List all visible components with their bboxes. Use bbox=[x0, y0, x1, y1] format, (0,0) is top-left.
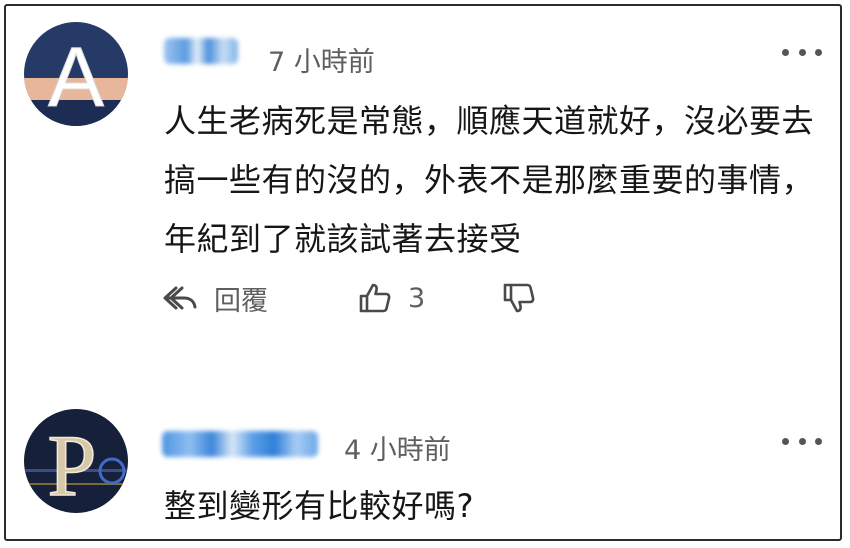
avatar-p-image: P bbox=[24, 409, 128, 513]
comment-text: 人生老病死是常態，順應天道就好，沒必要去搞一些有的沒的，外表不是那麼重要的事情，… bbox=[164, 102, 815, 258]
more-horizontal-icon bbox=[798, 437, 806, 445]
more-horizontal-icon bbox=[782, 48, 789, 56]
more-horizontal-icon bbox=[782, 437, 789, 445]
username-redacted[interactable] bbox=[164, 38, 238, 64]
more-horizontal-icon bbox=[815, 437, 822, 445]
avatar-letter: P bbox=[48, 418, 97, 513]
avatar[interactable]: A bbox=[24, 22, 128, 126]
more-options-button[interactable] bbox=[782, 42, 822, 62]
comment-text: 整到變形有比較好嗎? bbox=[164, 487, 474, 525]
like-count: 3 bbox=[408, 282, 426, 314]
more-options-button[interactable] bbox=[782, 431, 822, 451]
avatar-letter: A bbox=[48, 30, 104, 124]
timestamp: 7 小時前 bbox=[268, 47, 375, 78]
comment-item: P 4 小時前 整到變形有比較好嗎? bbox=[6, 401, 840, 541]
thumbs-down-icon bbox=[503, 283, 535, 313]
reply-arrow-icon bbox=[163, 286, 197, 310]
avatar-a-image: A bbox=[24, 22, 128, 126]
comment-thread: A 7 小時前 人生老病死是常態，順應天道就好，沒必要去搞一些有的沒的，外表不是… bbox=[4, 4, 842, 541]
more-horizontal-icon bbox=[798, 48, 806, 56]
dislike-button[interactable] bbox=[502, 278, 536, 318]
username-redacted[interactable] bbox=[162, 431, 318, 457]
timestamp: 4 小時前 bbox=[344, 435, 451, 466]
reply-button[interactable]: 回覆 bbox=[162, 278, 268, 318]
like-button[interactable]: 3 bbox=[358, 278, 425, 318]
reply-label: 回覆 bbox=[214, 285, 268, 317]
thumbs-up-icon bbox=[359, 283, 391, 313]
more-horizontal-icon bbox=[815, 48, 822, 56]
avatar[interactable]: P bbox=[24, 409, 128, 513]
comment-item: A 7 小時前 人生老病死是常態，順應天道就好，沒必要去搞一些有的沒的，外表不是… bbox=[6, 6, 840, 376]
